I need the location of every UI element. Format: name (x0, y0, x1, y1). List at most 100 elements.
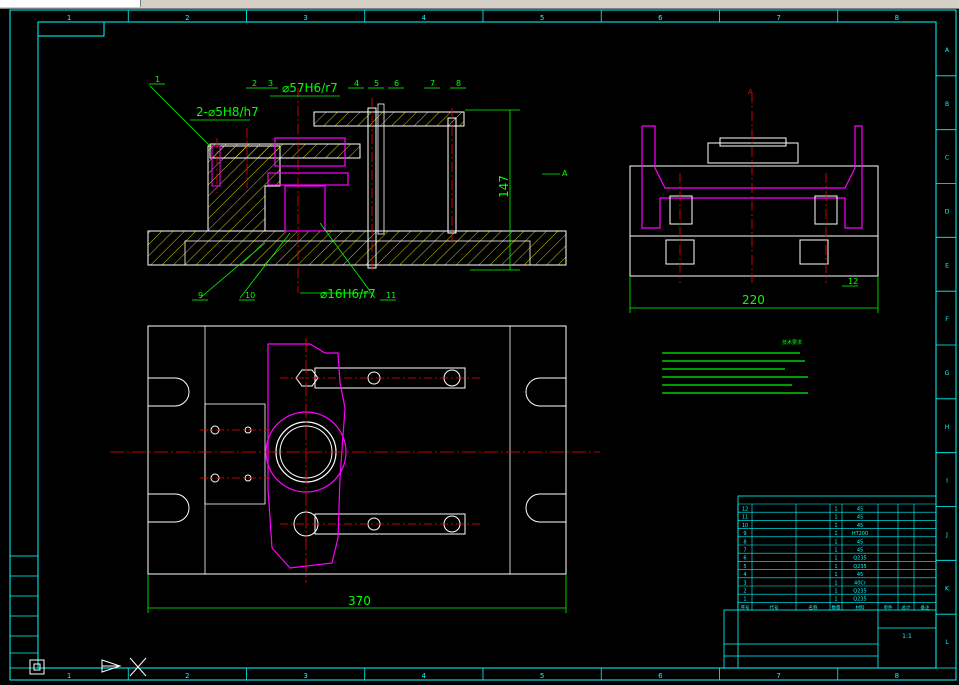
view-arrow-a-side: A (562, 169, 568, 178)
callout-number: 8 (456, 79, 461, 88)
parts-row-index: 6 (743, 556, 746, 562)
parts-row-quantity: 1 (834, 580, 837, 586)
width-plan-dimension: 370 (348, 594, 371, 608)
parts-row-quantity: 1 (834, 507, 837, 513)
zone-column-labels-bottom: 1 2 3 4 5 6 7 8 (67, 668, 957, 680)
callout-number: 2 (252, 79, 257, 88)
parts-row-material: Q235 (853, 564, 866, 570)
zone-row-label: C (945, 155, 949, 162)
zone-column-label: 1 (67, 672, 71, 680)
parts-row-material: 45 (857, 539, 863, 545)
zone-column-label: 3 (303, 672, 307, 680)
parts-row-material: 45 (857, 507, 863, 513)
parts-row-quantity: 1 (834, 531, 837, 537)
zone-column-label: 4 (422, 14, 427, 22)
zone-row-label: A (945, 47, 950, 54)
callout-number: 3 (268, 79, 273, 88)
parts-row-index: 1 (743, 597, 746, 603)
parts-row-quantity: 1 (834, 597, 837, 603)
parts-row-index: 10 (742, 523, 748, 529)
zone-row-labels: A B C D E F G H I J K L (936, 47, 956, 669)
zone-column-label: 8 (895, 672, 899, 680)
zone-column-label: 8 (895, 14, 899, 22)
parts-row-quantity: 1 (834, 515, 837, 521)
cad-drawing-svg[interactable]: 12345678 12345678 ABCDEFGHIJKL ⌀57H6/r7 … (0, 8, 959, 681)
left-revision-strip (9, 555, 39, 669)
plan-view: 370 (110, 325, 600, 613)
tech-notes-title: 技术要求 (782, 339, 802, 346)
technical-notes: 技术要求 (662, 339, 808, 394)
parts-row-quantity: 1 (834, 572, 837, 578)
parts-row-quantity: 1 (834, 564, 837, 570)
parts-header-cell: 总计 (902, 604, 911, 611)
parts-row-quantity: 1 (834, 589, 837, 595)
parts-row-index: 5 (743, 564, 746, 570)
parts-row-material: Q235 (853, 556, 866, 562)
callout-number: 12 (848, 277, 858, 286)
callout-number: 6 (394, 79, 399, 88)
parts-header-cell: 备注 (921, 604, 930, 611)
parts-row-material: 45 (857, 548, 863, 554)
zone-column-labels-top: 1 2 3 4 5 6 7 8 (67, 10, 957, 22)
parts-header-cell: 数量 (832, 604, 841, 611)
callout-number: 5 (374, 79, 379, 88)
sheet-frame (9, 9, 957, 681)
parts-row-material: Q235 (853, 589, 866, 595)
callout-number: 10 (245, 291, 255, 300)
parts-header-cell: 材料 (856, 604, 865, 611)
parts-list: 12 1 4511 1 4510 1 459 1 HT2008 1 457 1 456 1 Q2355 1 Q2… (737, 503, 937, 640)
parts-row-index: 9 (743, 531, 746, 537)
parts-row-material: HT200 (852, 531, 868, 537)
parts-header-cell: 代号 (770, 604, 779, 611)
callout-number: 1 (155, 75, 160, 84)
fit-pins-label: 2-⌀5H8/h7 (196, 105, 259, 119)
zone-column-label: 6 (658, 14, 663, 22)
parts-header-cell: 名称 (809, 604, 818, 611)
cad-drawing-canvas[interactable]: 12345678 12345678 ABCDEFGHIJKL ⌀57H6/r7 … (0, 8, 959, 681)
zone-column-label: 7 (776, 672, 780, 680)
parts-row-material: 40Cr (854, 580, 867, 586)
parts-row-index: 8 (743, 539, 746, 545)
parts-row-material: 45 (857, 523, 863, 529)
zone-row-label: I (946, 478, 948, 485)
parts-row-quantity: 1 (834, 556, 837, 562)
parts-row-material: 45 (857, 572, 863, 578)
zone-column-label: 7 (776, 14, 780, 22)
section-a-label: A (748, 88, 753, 96)
zone-row-label: J (945, 531, 948, 538)
parts-header-cell: 单件 (884, 604, 893, 611)
callout-number: 9 (198, 291, 203, 300)
zone-row-label: K (945, 585, 950, 592)
zone-column-label: 6 (658, 672, 663, 680)
zone-row-label: H (945, 424, 950, 431)
zone-column-label: 2 (185, 14, 189, 22)
parts-row-index: 4 (743, 572, 746, 578)
parts-row-quantity: 1 (834, 548, 837, 554)
zone-column-label: 5 (540, 672, 544, 680)
side-view-a: 220 A (629, 88, 879, 313)
zone-column-label: 1 (67, 14, 71, 22)
fit-top-label: ⌀57H6/r7 (282, 81, 338, 95)
height-dimension: 147 (497, 175, 511, 198)
parts-row-index: 12 (742, 507, 748, 513)
zone-row-label: G (945, 370, 950, 377)
parts-row-quantity: 1 (834, 523, 837, 529)
document-tab[interactable] (0, 0, 141, 7)
zone-row-label: F (945, 316, 949, 323)
parts-row-material: 45 (857, 515, 863, 521)
parts-row-index: 2 (743, 589, 746, 595)
callout-number: 11 (386, 291, 396, 300)
zone-row-label: B (945, 101, 949, 108)
zone-row-label: L (945, 639, 949, 646)
zone-column-label: 5 (540, 14, 544, 22)
parts-row-quantity: 1 (834, 539, 837, 545)
parts-row-index: 3 (743, 580, 746, 586)
parts-row-index: 11 (742, 515, 748, 521)
width-side-dimension: 220 (742, 293, 765, 307)
callout-number: 7 (430, 79, 435, 88)
parts-row-index: 7 (743, 548, 746, 554)
crosshair-cursor-icon (29, 659, 45, 675)
zone-column-label: 2 (185, 672, 189, 680)
zone-column-label: 4 (422, 672, 427, 680)
zone-row-label: E (945, 262, 949, 269)
